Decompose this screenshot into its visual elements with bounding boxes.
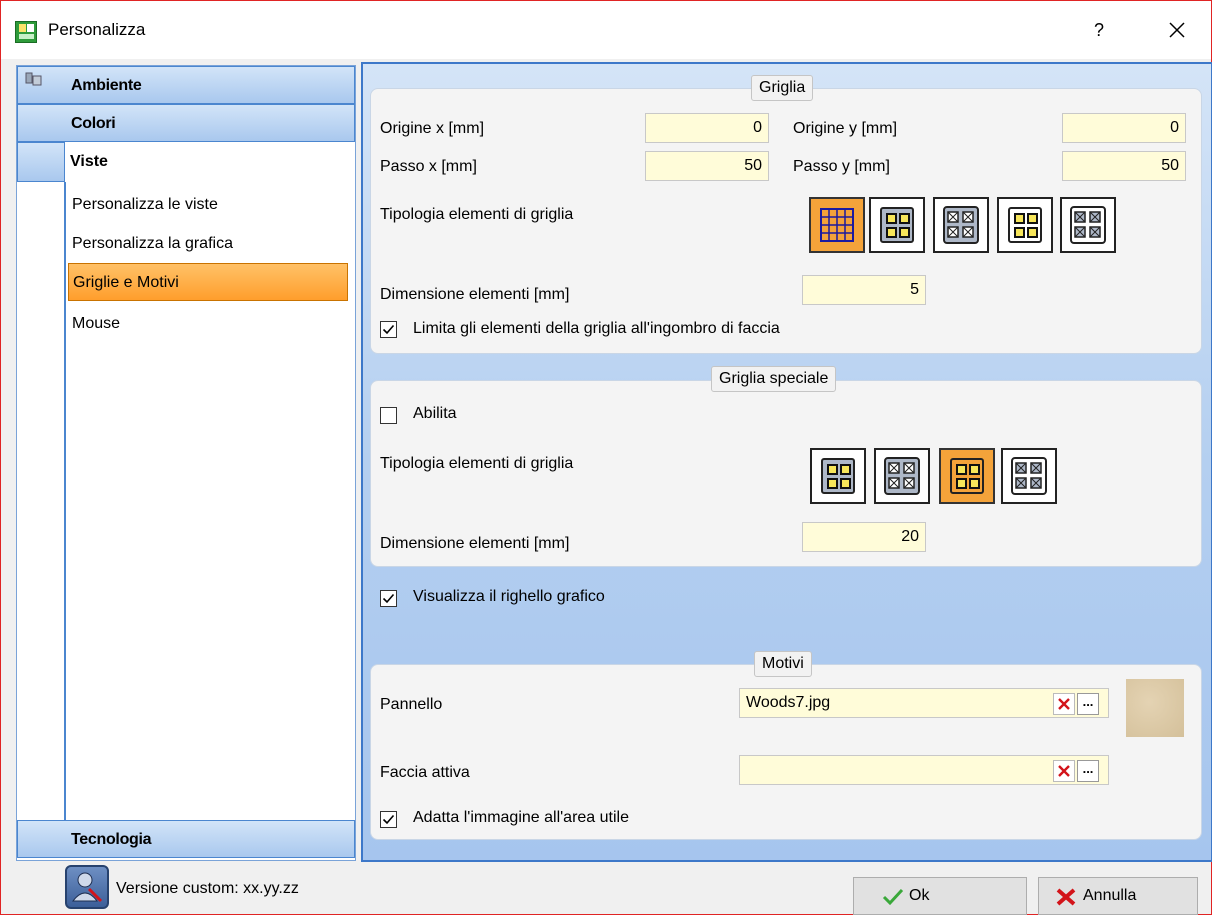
special-type-squares-button[interactable] — [810, 448, 866, 504]
origine-x-field[interactable]: 0 — [645, 113, 769, 143]
tree-line — [64, 182, 66, 820]
sidebar-item-personalizza-viste[interactable]: Personalizza le viste — [68, 186, 348, 224]
version-icon — [65, 865, 109, 909]
passo-x-label: Passo x [mm] — [380, 158, 477, 175]
cancel-icon — [1056, 888, 1076, 906]
sidebar-item-personalizza-grafica[interactable]: Personalizza la grafica — [68, 225, 348, 263]
faccia-label: Faccia attiva — [380, 764, 470, 781]
version-text: Versione custom: xx.yy.zz — [116, 880, 299, 897]
abilita-label: Abilita — [413, 405, 457, 422]
sidebar-section-label: Viste — [70, 153, 108, 170]
crossed-squares-icon — [943, 206, 979, 244]
pannello-browse-button[interactable]: ... — [1077, 693, 1099, 715]
tipologia-speciale-label: Tipologia elementi di griglia — [380, 455, 574, 472]
settings-panel: Griglia Origine x [mm] 0 Origine y [mm] … — [361, 62, 1212, 862]
dialog-window: Personalizza ? Ambiente Colori Viste Per… — [0, 0, 1212, 915]
motivi-title: Motivi — [754, 651, 812, 677]
dimensione-field[interactable]: 5 — [802, 275, 926, 305]
passo-y-field[interactable]: 50 — [1062, 151, 1186, 181]
check-icon — [382, 324, 395, 335]
check-icon — [382, 814, 395, 825]
sidebar-section-ambiente[interactable]: Ambiente — [17, 66, 355, 104]
ok-button[interactable]: Ok — [853, 877, 1027, 915]
crossed-squares-icon — [884, 457, 920, 495]
special-type-squares-alt-button[interactable] — [939, 448, 995, 504]
pannello-clear-button[interactable] — [1053, 693, 1075, 715]
crossed-squares-icon — [1070, 206, 1106, 244]
sidebar-item-griglie-motivi[interactable]: Griglie e Motivi — [68, 263, 348, 301]
grid-lines-icon — [820, 208, 854, 242]
crossed-squares-icon — [1011, 457, 1047, 495]
clear-icon — [1058, 765, 1070, 777]
origine-y-field[interactable]: 0 — [1062, 113, 1186, 143]
adatta-checkbox[interactable] — [380, 811, 397, 828]
user-icon — [71, 872, 103, 903]
limita-label: Limita gli elementi della griglia all'in… — [413, 320, 780, 337]
sidebar-section-label: Colori — [71, 115, 116, 132]
grid-type-crossed-button[interactable] — [933, 197, 989, 253]
sidebar: Ambiente Colori Viste Personalizza le vi… — [16, 65, 356, 861]
origine-y-label: Origine y [mm] — [793, 120, 898, 137]
dimensione-label: Dimensione elementi [mm] — [380, 286, 570, 303]
passo-x-field[interactable]: 50 — [645, 151, 769, 181]
faccia-browse-button[interactable]: ... — [1077, 760, 1099, 782]
griglia-title: Griglia — [751, 75, 814, 101]
annulla-label: Annulla — [1083, 887, 1137, 904]
tipologia-label: Tipologia elementi di griglia — [380, 206, 574, 223]
clear-icon — [1058, 698, 1070, 710]
grid-type-lines-button[interactable] — [809, 197, 865, 253]
close-button[interactable] — [1157, 13, 1197, 47]
righello-label: Visualizza il righello grafico — [413, 588, 605, 605]
faccia-clear-button[interactable] — [1053, 760, 1075, 782]
window-title: Personalizza — [48, 20, 146, 39]
sidebar-section-label: Tecnologia — [71, 831, 152, 848]
annulla-button[interactable]: Annulla — [1038, 877, 1198, 915]
pannello-label: Pannello — [380, 696, 443, 713]
griglia-speciale-title: Griglia speciale — [711, 366, 837, 392]
app-icon — [15, 21, 37, 43]
sidebar-section-tecnologia[interactable]: Tecnologia — [17, 820, 355, 858]
sidebar-section-label: Ambiente — [71, 77, 142, 94]
abilita-checkbox[interactable] — [380, 407, 397, 424]
passo-y-label: Passo y [mm] — [793, 158, 890, 175]
robot-icon — [25, 72, 42, 86]
help-button[interactable]: ? — [1085, 15, 1113, 45]
grid-type-squares-alt-button[interactable] — [997, 197, 1053, 253]
title-bar: Personalizza ? — [1, 1, 1211, 59]
grid-type-squares-button[interactable] — [869, 197, 925, 253]
ok-label: Ok — [909, 887, 930, 904]
dimensione-speciale-label: Dimensione elementi [mm] — [380, 535, 570, 552]
special-type-crossed-alt-button[interactable] — [1001, 448, 1057, 504]
grid-type-crossed-alt-button[interactable] — [1060, 197, 1116, 253]
origine-x-label: Origine x [mm] — [380, 120, 485, 137]
righello-checkbox[interactable] — [380, 590, 397, 607]
limita-checkbox[interactable] — [380, 321, 397, 338]
check-icon — [382, 593, 395, 604]
dimensione-speciale-field[interactable]: 20 — [802, 522, 926, 552]
checkmark-icon — [882, 888, 904, 906]
sidebar-section-colori[interactable]: Colori — [17, 104, 355, 142]
sidebar-item-mouse[interactable]: Mouse — [68, 305, 348, 343]
sidebar-section-viste[interactable]: Viste — [17, 142, 355, 182]
adatta-label: Adatta l'immagine all'area utile — [413, 809, 629, 826]
close-icon — [1169, 22, 1185, 38]
texture-preview — [1126, 679, 1184, 737]
special-type-crossed-button[interactable] — [874, 448, 930, 504]
